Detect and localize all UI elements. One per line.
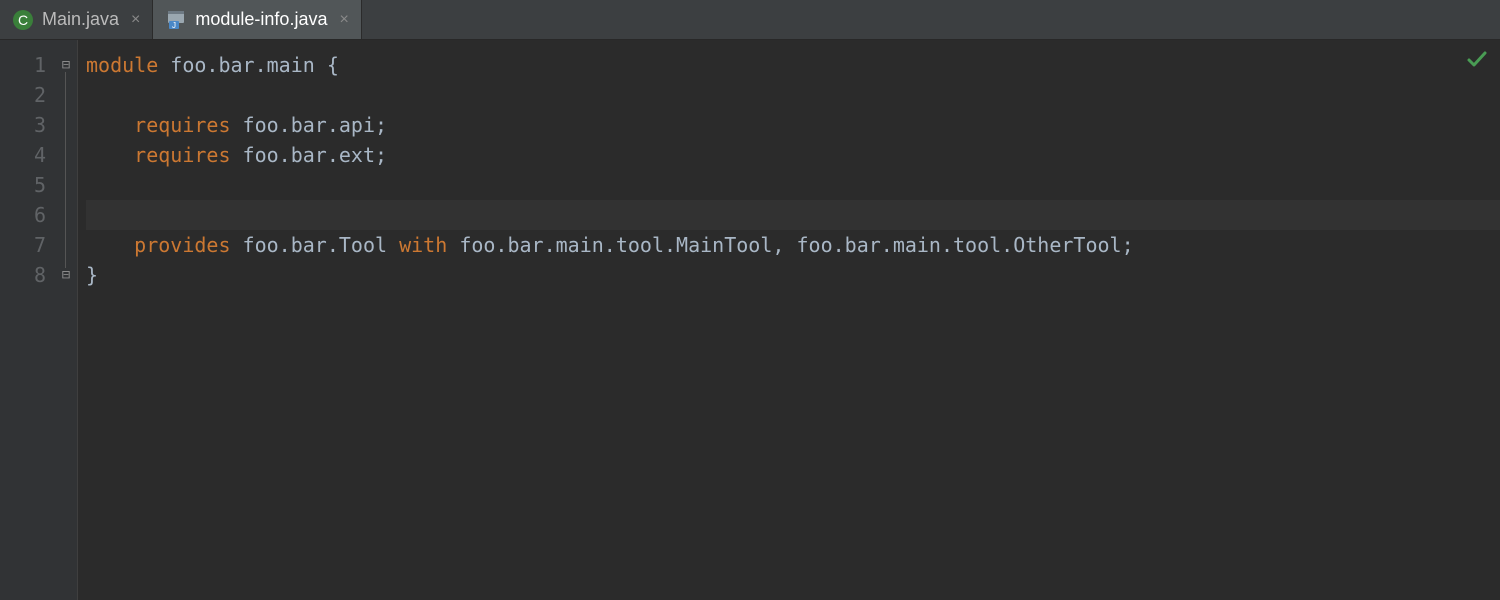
code-token: ; — [375, 113, 387, 137]
editor-tab-bar: C Main.java × J module-info.java × — [0, 0, 1500, 40]
code-token: , — [772, 233, 796, 257]
tab-label: module-info.java — [195, 9, 327, 30]
line-number: 7 — [0, 230, 46, 260]
code-line[interactable] — [86, 80, 1500, 110]
svg-text:J: J — [172, 21, 176, 30]
code-token: foo.bar.main — [170, 53, 327, 77]
line-number: 1 — [0, 50, 46, 80]
tab-module-info-java[interactable]: J module-info.java × — [153, 0, 361, 39]
svg-text:C: C — [18, 12, 28, 28]
code-line[interactable]: requires foo.bar.api; — [86, 110, 1500, 140]
code-token: requires — [134, 113, 242, 137]
code-token: ; — [375, 143, 387, 167]
code-token: foo.bar.main.tool.MainTool — [459, 233, 772, 257]
inspection-ok-icon[interactable] — [1466, 48, 1488, 76]
module-icon: J — [165, 9, 187, 31]
line-number: 8 — [0, 260, 46, 290]
fold-guide — [65, 72, 66, 268]
code-token — [86, 233, 134, 257]
code-token: foo.bar.api — [243, 113, 375, 137]
line-number: 4 — [0, 140, 46, 170]
code-area[interactable]: module foo.bar.main { requires foo.bar.a… — [78, 40, 1500, 600]
code-token: } — [86, 263, 98, 287]
code-editor[interactable]: 12345678 ⊟⊟ module foo.bar.main { requir… — [0, 40, 1500, 600]
line-number: 6 — [0, 200, 46, 230]
fold-close-icon[interactable]: ⊟ — [59, 268, 73, 282]
code-line[interactable] — [86, 170, 1500, 200]
tab-label: Main.java — [42, 9, 119, 30]
close-icon[interactable]: × — [127, 11, 140, 29]
code-token: module — [86, 53, 170, 77]
code-line[interactable]: module foo.bar.main { — [86, 50, 1500, 80]
class-icon: C — [12, 9, 34, 31]
fold-open-icon[interactable]: ⊟ — [59, 58, 73, 72]
line-number-gutter: 12345678 — [0, 40, 56, 600]
code-line[interactable]: provides foo.bar.Tool with foo.bar.main.… — [86, 230, 1500, 260]
fold-strip: ⊟⊟ — [56, 40, 78, 600]
code-token: provides — [134, 233, 242, 257]
code-token: ; — [1122, 233, 1134, 257]
code-token: foo.bar.Tool — [243, 233, 400, 257]
code-line[interactable] — [86, 200, 1500, 230]
line-number: 2 — [0, 80, 46, 110]
code-token: { — [327, 53, 339, 77]
code-token — [86, 143, 134, 167]
tab-main-java[interactable]: C Main.java × — [0, 0, 153, 39]
code-line[interactable]: } — [86, 260, 1500, 290]
code-token: foo.bar.ext — [243, 143, 375, 167]
code-token: with — [399, 233, 459, 257]
code-token: foo.bar.main.tool.OtherTool — [796, 233, 1121, 257]
close-icon[interactable]: × — [335, 11, 348, 29]
code-token — [86, 113, 134, 137]
line-number: 5 — [0, 170, 46, 200]
line-number: 3 — [0, 110, 46, 140]
code-token: requires — [134, 143, 242, 167]
code-line[interactable]: requires foo.bar.ext; — [86, 140, 1500, 170]
